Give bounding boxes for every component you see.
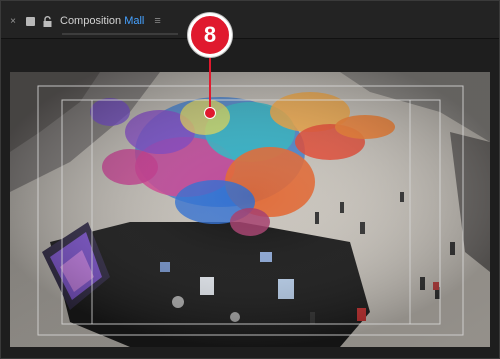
tab-title-prefix: Composition (60, 15, 122, 27)
viewer-footage-image (10, 72, 490, 347)
callout-badge: 8 (188, 13, 232, 57)
callout-number: 8 (203, 22, 217, 47)
composition-tab[interactable]: × Composition Mall ≡ (8, 10, 161, 32)
tab-title-comp-name: Mall (124, 15, 145, 27)
lock-icon[interactable] (43, 15, 52, 27)
composition-panel: × Composition Mall ≡ 8 (0, 0, 500, 359)
callout-pointer-dot (205, 108, 215, 118)
tab-title: Composition Mall (60, 15, 144, 27)
callout-pointer-line (209, 56, 211, 112)
close-icon[interactable]: × (8, 16, 18, 27)
color-label-swatch-icon (26, 16, 35, 26)
panel-tab-bar: × Composition Mall ≡ (0, 0, 500, 39)
panel-menu-icon[interactable]: ≡ (154, 15, 160, 27)
composition-viewer[interactable] (10, 72, 490, 347)
active-tab-indicator (62, 33, 178, 35)
